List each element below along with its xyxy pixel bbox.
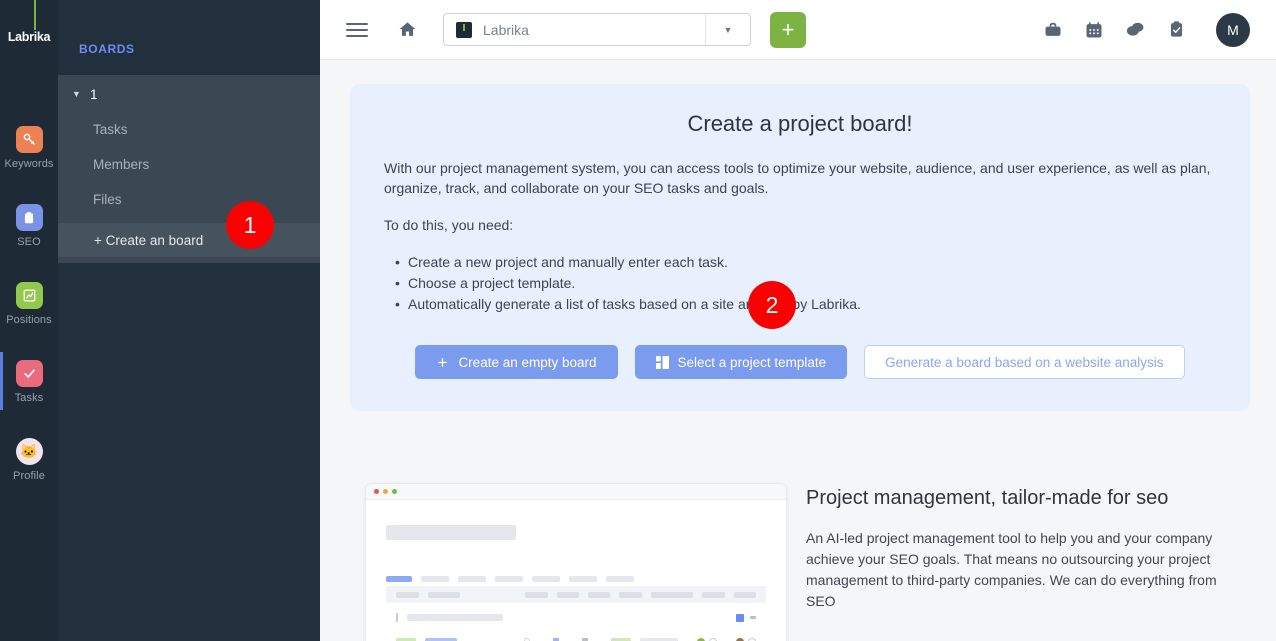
home-icon[interactable] (398, 20, 417, 39)
mockup-tab (421, 576, 449, 582)
select-project-template-label: Select a project template (677, 354, 827, 370)
product-screenshot-mockup (365, 483, 787, 641)
sidebar-item-tasks[interactable]: Tasks (58, 112, 320, 147)
sidebar-item-members[interactable]: Members (58, 147, 320, 182)
select-project-template-button[interactable]: Select a project template (634, 345, 848, 379)
step-badge-1: 1 (226, 201, 274, 249)
briefcase-icon[interactable] (1043, 20, 1063, 40)
generate-board-label: Generate a board based on a website anal… (885, 354, 1164, 370)
project-selector[interactable]: Labrika ▼ (443, 13, 751, 46)
step-badge-2: 2 (748, 281, 796, 329)
feature-title: Project management, tailor-made for seo (806, 487, 1169, 509)
rail-label-keywords: Keywords (4, 158, 54, 170)
list-item: Choose a project template. (395, 273, 1216, 294)
feature-section: Project management, tailor-made for seo … (365, 483, 1250, 641)
rail-item-list: Keywords SEO Positions Tasks 🐱 Profile (0, 118, 58, 488)
board-tree: ▼ 1 Tasks Members Files + Create an boar… (58, 75, 320, 263)
rail-item-positions[interactable]: Positions (0, 274, 58, 332)
rail-label-tasks: Tasks (14, 392, 44, 404)
top-bar: Labrika ▼ + M (320, 0, 1276, 60)
rail-label-profile: Profile (13, 470, 45, 482)
create-board-button[interactable]: + Create an board (58, 223, 320, 257)
content-area: Create a project board! With our project… (320, 60, 1276, 641)
chevron-down-icon[interactable]: ▼ (72, 89, 86, 99)
key-icon (15, 126, 43, 153)
add-button[interactable]: + (770, 11, 806, 48)
project-name: Labrika (483, 21, 529, 38)
mockup-tab (495, 576, 523, 582)
boards-sidebar: BOARDS ▼ 1 Tasks Members Files + Create … (58, 0, 320, 641)
avatar-icon: 🐱 (15, 438, 43, 465)
window-maximize-dot (392, 489, 397, 494)
app-logo[interactable]: Labrika (0, 0, 58, 50)
logo-text: Labrika (7, 30, 51, 44)
generate-board-button[interactable]: Generate a board based on a website anal… (864, 345, 1185, 379)
mockup-group-row (386, 608, 766, 627)
top-bar-actions: M (1043, 12, 1250, 47)
create-empty-board-label: Create an empty board (458, 354, 597, 370)
create-board-label: + Create an board (94, 232, 204, 248)
sidebar-item-members-label: Members (93, 157, 150, 172)
list-item: Create a new project and manually enter … (395, 252, 1216, 273)
table-row (386, 632, 766, 641)
plus-icon (436, 356, 449, 369)
feature-paragraph: An AI-led project management tool to hel… (806, 530, 1217, 609)
logo-accent-bar (34, 0, 36, 30)
bar-chart-icon (15, 282, 43, 309)
window-close-dot (374, 489, 379, 494)
mockup-tab-active (386, 576, 412, 582)
calendar-icon[interactable] (1084, 20, 1104, 40)
rail-label-positions: Positions (6, 314, 52, 326)
list-item: Automatically generate a list of tasks b… (395, 294, 1216, 315)
chat-icon[interactable] (1125, 19, 1146, 40)
hamburger-icon[interactable] (346, 19, 368, 41)
promo-bullet-list: Create a new project and manually enter … (384, 252, 1216, 315)
mockup-title-placeholder (386, 525, 516, 540)
mockup-tab (569, 576, 597, 582)
main-area: Labrika ▼ + M Create a project board! Wi… (320, 0, 1276, 641)
mockup-tab (458, 576, 486, 582)
promo-paragraph-2: To do this, you need: (384, 217, 514, 233)
promo-paragraph-1: With our project management system, you … (384, 160, 1211, 196)
sidebar-item-files[interactable]: Files (58, 182, 320, 217)
mockup-tab-row (386, 576, 766, 582)
check-icon (15, 360, 43, 387)
create-empty-board-button[interactable]: Create an empty board (415, 345, 618, 379)
caret-down-icon[interactable]: ▼ (706, 25, 750, 35)
mockup-tab (606, 576, 634, 582)
mockup-body (366, 500, 786, 641)
clipboard-icon (15, 204, 43, 231)
user-avatar[interactable]: M (1216, 12, 1250, 47)
project-logo-icon (456, 21, 472, 38)
rail-item-tasks[interactable]: Tasks (0, 352, 58, 410)
rail-label-seo: SEO (17, 236, 41, 248)
sidebar-item-tasks-label: Tasks (93, 122, 128, 137)
clipboard-check-icon[interactable] (1167, 20, 1186, 39)
feature-text-block: Project management, tailor-made for seo … (806, 483, 1250, 612)
promo-action-row: Create an empty board Select a project t… (384, 345, 1216, 379)
create-board-promo-card: Create a project board! With our project… (350, 84, 1250, 411)
board-tree-root-label: 1 (90, 87, 98, 102)
mockup-window-bar (366, 484, 786, 500)
rail-item-seo[interactable]: SEO (0, 196, 58, 254)
rail-item-profile[interactable]: 🐱 Profile (0, 430, 58, 488)
boards-heading: BOARDS (79, 42, 135, 56)
board-tree-root[interactable]: ▼ 1 (58, 77, 320, 112)
window-minimize-dot (383, 489, 388, 494)
app-root: Labrika Keywords SEO Positions Tasks 🐱 P… (0, 0, 1276, 641)
rail-item-keywords[interactable]: Keywords (0, 118, 58, 176)
layout-grid-icon (655, 355, 669, 369)
promo-title: Create a project board! (687, 111, 913, 136)
sidebar-item-files-label: Files (93, 192, 122, 207)
mockup-tab (532, 576, 560, 582)
mockup-table-header (386, 586, 766, 603)
icon-rail: Labrika Keywords SEO Positions Tasks 🐱 P… (0, 0, 58, 641)
